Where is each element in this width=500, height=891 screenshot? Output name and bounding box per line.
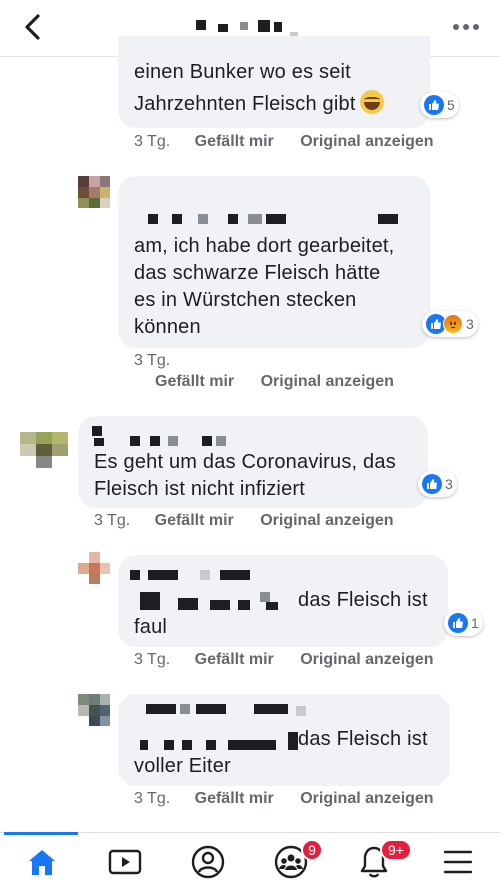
comment-timestamp: 3 Tg. [134, 352, 171, 369]
reaction-count: 3 [466, 316, 474, 332]
notifications-badge: 9+ [380, 839, 412, 861]
show-original-button[interactable]: Original anzeigen [300, 133, 433, 150]
reaction-summary[interactable]: 5 [420, 92, 459, 118]
show-original-button[interactable]: Original anzeigen [300, 790, 433, 807]
tab-home[interactable] [2, 833, 82, 891]
avatar[interactable] [78, 176, 110, 208]
laughing-face-emoji-icon [359, 90, 384, 114]
comment-text-line: das Fleisch ist [298, 589, 428, 611]
comment-text-line: können [134, 316, 201, 338]
blurred-commenter-name [92, 426, 232, 446]
tab-profile[interactable] [168, 833, 248, 891]
tab-menu[interactable] [418, 833, 498, 891]
comment-text-line: einen Bunker wo es seit [134, 61, 351, 83]
reaction-summary[interactable]: 3 [418, 471, 457, 497]
angry-reaction-icon [443, 314, 463, 334]
show-original-button[interactable]: Original anzeigen [300, 651, 433, 668]
comment-text-line: Jahrzehnten Fleisch gibt [134, 90, 384, 118]
tab-notifications[interactable]: 9+ [334, 833, 414, 891]
video-icon [108, 849, 142, 875]
comment-meta: 3 Tg. Gefällt mir Original anzeigen [94, 512, 394, 530]
show-original-button[interactable]: Original anzeigen [261, 373, 394, 390]
tab-groups[interactable]: 9 [251, 833, 331, 891]
bottom-navigation: 9 9+ [0, 832, 500, 891]
comment-meta: 3 Tg. [134, 352, 170, 370]
comment-timestamp: 3 Tg. [134, 651, 171, 668]
blurred-commenter-name [140, 704, 310, 752]
more-horizontal-icon [453, 24, 479, 30]
like-reaction-icon [422, 474, 442, 494]
avatar[interactable] [78, 552, 110, 584]
comment-actions: Gefällt mir Original anzeigen [155, 373, 394, 391]
like-button[interactable]: Gefällt mir [155, 373, 234, 390]
menu-icon [443, 850, 473, 874]
comment-text-line: Fleisch ist nicht infiziert [94, 478, 306, 500]
like-button[interactable]: Gefällt mir [195, 133, 274, 150]
groups-badge: 9 [301, 839, 323, 861]
like-button[interactable]: Gefällt mir [195, 790, 274, 807]
like-reaction-icon [424, 95, 444, 115]
comment-text-line: das schwarze Fleisch hätte [134, 262, 381, 284]
avatar[interactable] [20, 432, 68, 468]
profile-icon [191, 845, 225, 879]
reaction-count: 3 [445, 476, 453, 492]
tab-video[interactable] [85, 833, 165, 891]
more-button[interactable] [452, 12, 480, 42]
chevron-left-icon [25, 14, 40, 40]
comment-timestamp: 3 Tg. [134, 790, 171, 807]
reaction-count: 1 [471, 615, 479, 631]
like-button[interactable]: Gefällt mir [155, 512, 234, 529]
comment-text-line: faul [134, 616, 168, 638]
comment-text-line: Es geht um das Coronavirus, das [94, 451, 396, 473]
blurred-commenter-name [130, 570, 290, 610]
like-reaction-icon [448, 613, 468, 633]
comment-text: Jahrzehnten Fleisch gibt [134, 93, 356, 115]
comment-text-line: voller Eiter [134, 755, 231, 777]
back-button[interactable] [20, 12, 46, 42]
like-button[interactable]: Gefällt mir [195, 651, 274, 668]
home-icon [29, 850, 55, 875]
blurred-commenter-name [148, 214, 398, 226]
reaction-summary[interactable]: 3 [422, 311, 478, 337]
comment-timestamp: 3 Tg. [134, 133, 171, 150]
show-original-button[interactable]: Original anzeigen [260, 512, 393, 529]
comment-meta: 3 Tg. Gefällt mir Original anzeigen [134, 133, 434, 151]
reaction-count: 5 [447, 97, 455, 113]
reaction-summary[interactable]: 1 [444, 610, 483, 636]
comment-text-line: das Fleisch ist [298, 728, 428, 750]
comment-meta: 3 Tg. Gefällt mir Original anzeigen [134, 790, 434, 808]
avatar[interactable] [78, 694, 110, 726]
comment-text-line: es in Würstchen stecken [134, 289, 357, 311]
comment-timestamp: 3 Tg. [94, 512, 131, 529]
comment-text-line: am, ich habe dort gearbeitet, [134, 235, 395, 257]
comment-meta: 3 Tg. Gefällt mir Original anzeigen [134, 651, 434, 669]
